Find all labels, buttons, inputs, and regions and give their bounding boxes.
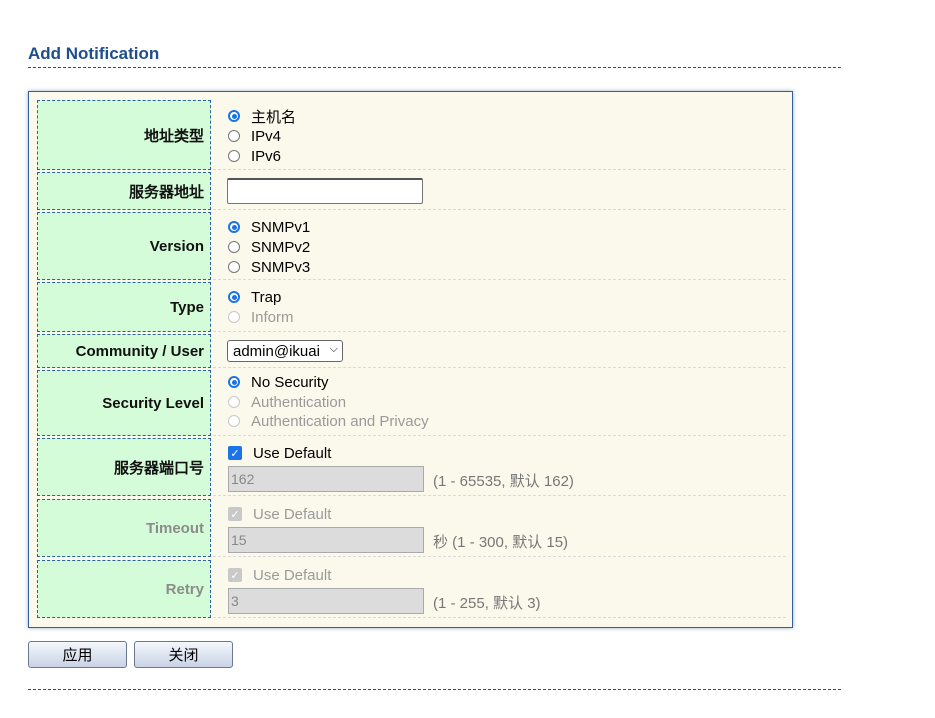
server-port-use-default[interactable]: ✓ Use Default [228,444,331,462]
row-address-type: 地址类型 主机名 IPv4 IPv6 [37,100,786,170]
radio-ipv6-label: IPv6 [251,147,282,165]
radio-auth-privacy-label: Authentication and Privacy [251,412,429,430]
radio-inform[interactable]: Inform [228,308,294,326]
address-type-label: 地址类型 [37,100,211,170]
version-label: Version [37,212,211,280]
radio-snmpv2[interactable]: SNMPv2 [228,238,310,256]
radio-ipv4-label: IPv4 [251,127,282,145]
radio-snmpv3-label: SNMPv3 [251,258,311,276]
radio-auth-privacy[interactable]: Authentication and Privacy [228,412,429,430]
type-label: Type [37,282,211,332]
radio-hostname-label: 主机名 [251,108,297,126]
row-version: Version SNMPv1 SNMPv2 SNMPv3 [37,212,786,280]
radio-auth-privacy-indicator[interactable] [228,415,240,427]
apply-button[interactable]: 应用 [28,641,127,668]
timeout-use-default[interactable]: ✓ Use Default [228,505,331,523]
radio-trap[interactable]: Trap [228,288,281,306]
row-type: Type Trap Inform [37,282,786,332]
row-timeout: Timeout ✓ Use Default 15 秒 (1 - 300, 默认 1… [37,499,786,557]
radio-hostname[interactable]: 主机名 [228,107,297,126]
server-port-label: 服务器端口号 [37,438,211,496]
radio-snmpv1-indicator[interactable] [228,221,240,233]
timeout-use-default-label: Use Default [253,505,332,523]
radio-ipv6[interactable]: IPv6 [228,147,281,165]
row-server-port: 服务器端口号 ✓ Use Default 162 (1 - 65535, 默认 1… [37,438,786,496]
check-icon[interactable]: ✓ [228,568,242,582]
radio-inform-label: Inform [251,308,294,326]
radio-authentication-indicator[interactable] [228,396,240,408]
server-address-label: 服务器地址 [37,172,211,210]
retry-use-default-label: Use Default [253,566,332,584]
radio-authentication-label: Authentication [251,393,347,411]
bottom-divider [28,689,841,690]
community-select[interactable]: admin@ikuai ⌵ [227,340,343,362]
radio-trap-label: Trap [251,288,282,306]
timeout-input[interactable]: 15 [228,527,424,553]
retry-hint: (1 - 255, 默认 3) [433,595,541,612]
notification-form: 地址类型 主机名 IPv4 IPv6 服务器地址 Version SNMPv1 … [28,91,793,628]
radio-ipv4[interactable]: IPv4 [228,127,281,145]
server-port-hint: (1 - 65535, 默认 162) [433,473,574,490]
radio-snmpv3[interactable]: SNMPv3 [228,258,310,276]
row-community: Community / User admin@ikuai ⌵ [37,334,786,368]
radio-snmpv2-indicator[interactable] [228,241,240,253]
retry-label: Retry [37,560,211,618]
radio-snmpv1-label: SNMPv1 [251,218,311,236]
radio-snmpv3-indicator[interactable] [228,261,240,273]
radio-inform-indicator[interactable] [228,311,240,323]
radio-no-security-label: No Security [251,373,329,391]
page-title: Add Notification [28,44,160,63]
row-server-address: 服务器地址 [37,172,786,210]
community-label: Community / User [37,334,211,368]
radio-ipv4-indicator[interactable] [228,130,240,142]
security-level-label: Security Level [37,370,211,436]
check-icon[interactable]: ✓ [228,507,242,521]
retry-input[interactable]: 3 [228,588,424,614]
title-divider [28,67,841,68]
radio-authentication[interactable]: Authentication [228,393,346,411]
server-port-input[interactable]: 162 [228,466,424,492]
row-retry: Retry ✓ Use Default 3 (1 - 255, 默认 3) [37,560,786,618]
row-security-level: Security Level No Security Authenticatio… [37,370,786,436]
radio-snmpv2-label: SNMPv2 [251,238,311,256]
server-address-input[interactable] [227,178,423,204]
radio-no-security-indicator[interactable] [228,376,240,388]
community-select-value: admin@ikuai [233,342,320,360]
close-button[interactable]: 关闭 [134,641,233,668]
chevron-down-icon: ⌵ [329,343,338,355]
retry-use-default[interactable]: ✓ Use Default [228,566,331,584]
radio-no-security[interactable]: No Security [228,373,329,391]
timeout-hint: 秒 (1 - 300, 默认 15) [433,534,569,551]
radio-hostname-indicator[interactable] [228,110,240,122]
radio-snmpv1[interactable]: SNMPv1 [228,218,310,236]
radio-ipv6-indicator[interactable] [228,150,240,162]
server-port-use-default-label: Use Default [253,444,332,462]
radio-trap-indicator[interactable] [228,291,240,303]
check-icon[interactable]: ✓ [228,446,242,460]
timeout-label: Timeout [37,499,211,557]
